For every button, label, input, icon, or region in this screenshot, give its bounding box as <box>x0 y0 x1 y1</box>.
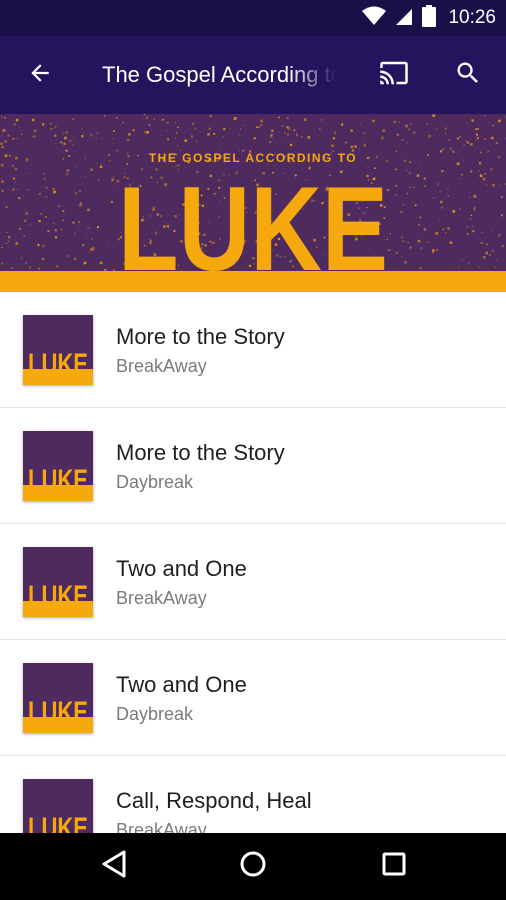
episode-title: Two and One <box>116 556 247 581</box>
episode-row[interactable]: LUKE Two and One Daybreak <box>0 640 506 756</box>
status-time: 10:26 <box>448 7 496 28</box>
episode-thumbnail: LUKE <box>23 431 93 501</box>
episode-subtitle: BreakAway <box>116 588 207 608</box>
episode-thumbnail: LUKE <box>23 315 93 385</box>
circle-home-icon <box>239 850 267 883</box>
episode-thumbnail: LUKE <box>23 779 93 833</box>
nav-back-button[interactable] <box>79 833 149 900</box>
thumbnail-luke-text: LUKE <box>28 580 88 613</box>
thumbnail-luke-text: LUKE <box>28 348 88 381</box>
episode-list: LUKE More to the Story BreakAway LUKE Mo… <box>0 292 506 833</box>
thumbnail-luke-text: LUKE <box>28 812 88 833</box>
signal-icon <box>394 6 414 31</box>
square-recents-icon <box>381 851 407 882</box>
episode-title: More to the Story <box>116 440 285 465</box>
episode-subtitle: Daybreak <box>116 472 194 492</box>
search-icon <box>454 59 482 92</box>
nav-recents-button[interactable] <box>359 833 429 900</box>
episode-row[interactable]: LUKE More to the Story Daybreak <box>0 408 506 524</box>
battery-icon <box>422 4 437 32</box>
hero-banner: THE GOSPEL ACCORDING TO LUKE <box>0 114 506 292</box>
cast-icon <box>377 58 411 93</box>
episode-thumbnail: LUKE <box>23 547 93 617</box>
cast-button[interactable] <box>366 36 422 114</box>
episode-row[interactable]: LUKE More to the Story BreakAway <box>0 292 506 408</box>
hero-artwork: THE GOSPEL ACCORDING TO LUKE <box>0 114 506 292</box>
episode-row[interactable]: LUKE Two and One BreakAway <box>0 524 506 640</box>
episode-title: More to the Story <box>116 324 285 349</box>
nav-home-button[interactable] <box>218 833 288 900</box>
triangle-back-icon <box>101 850 127 883</box>
hero-gold-band <box>0 271 506 292</box>
app-bar: The Gospel According to Luke <box>0 36 506 114</box>
episode-title: Two and One <box>116 672 247 697</box>
thumbnail-luke-text: LUKE <box>28 464 88 497</box>
episode-thumbnail: LUKE <box>23 663 93 733</box>
app-title: The Gospel According to Luke <box>102 62 336 87</box>
thumbnail-luke-text: LUKE <box>28 696 88 729</box>
episode-subtitle: BreakAway <box>116 356 207 376</box>
episode-subtitle: Daybreak <box>116 704 194 724</box>
episode-title: Call, Respond, Heal <box>116 788 312 813</box>
arrow-back-icon <box>27 60 53 91</box>
wifi-icon <box>362 6 387 31</box>
status-icons: 10:26 <box>362 0 496 36</box>
search-button[interactable] <box>440 36 496 114</box>
back-button[interactable] <box>12 36 68 114</box>
system-nav-bar <box>0 833 506 900</box>
episode-subtitle: BreakAway <box>116 820 207 833</box>
status-bar: 10:26 <box>0 0 506 36</box>
episode-row[interactable]: LUKE Call, Respond, Heal BreakAway <box>0 756 506 833</box>
